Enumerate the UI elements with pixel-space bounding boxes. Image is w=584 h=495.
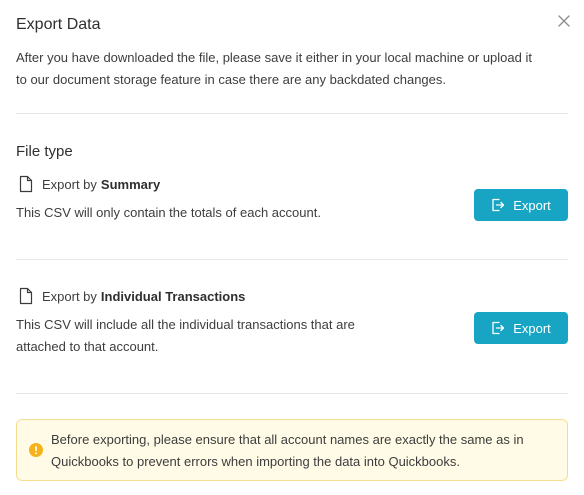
- export-icon: [491, 198, 505, 212]
- export-summary-option: Export by Summary: [18, 175, 160, 193]
- divider: [16, 113, 568, 114]
- option-prefix: Export by: [42, 176, 97, 192]
- modal-title: Export Data: [16, 16, 101, 33]
- divider: [16, 393, 568, 394]
- divider: [16, 259, 568, 260]
- export-summary-button[interactable]: Export: [474, 189, 568, 221]
- export-button-label: Export: [513, 197, 551, 213]
- warning-alert: Before exporting, please ensure that all…: [16, 419, 568, 481]
- option-prefix: Export by: [42, 288, 97, 304]
- modal-intro-text: After you have downloaded the file, plea…: [16, 50, 532, 87]
- warning-icon: [29, 443, 43, 457]
- export-data-modal: Export Data After you have downloaded th…: [0, 0, 584, 495]
- warning-text: Before exporting, please ensure that all…: [51, 432, 524, 469]
- export-transactions-option: Export by Individual Transactions: [18, 287, 245, 305]
- file-type-heading: File type: [16, 143, 73, 160]
- option-name: Summary: [100, 176, 161, 192]
- close-icon[interactable]: [556, 13, 572, 29]
- export-transactions-button[interactable]: Export: [474, 312, 568, 344]
- option-description: This CSV will only contain the totals of…: [16, 205, 321, 220]
- export-button-label: Export: [513, 320, 551, 336]
- option-description: This CSV will include all the individual…: [16, 317, 355, 354]
- file-icon: [18, 287, 34, 305]
- export-icon: [491, 321, 505, 335]
- option-name: Individual Transactions: [100, 288, 246, 304]
- file-icon: [18, 175, 34, 193]
